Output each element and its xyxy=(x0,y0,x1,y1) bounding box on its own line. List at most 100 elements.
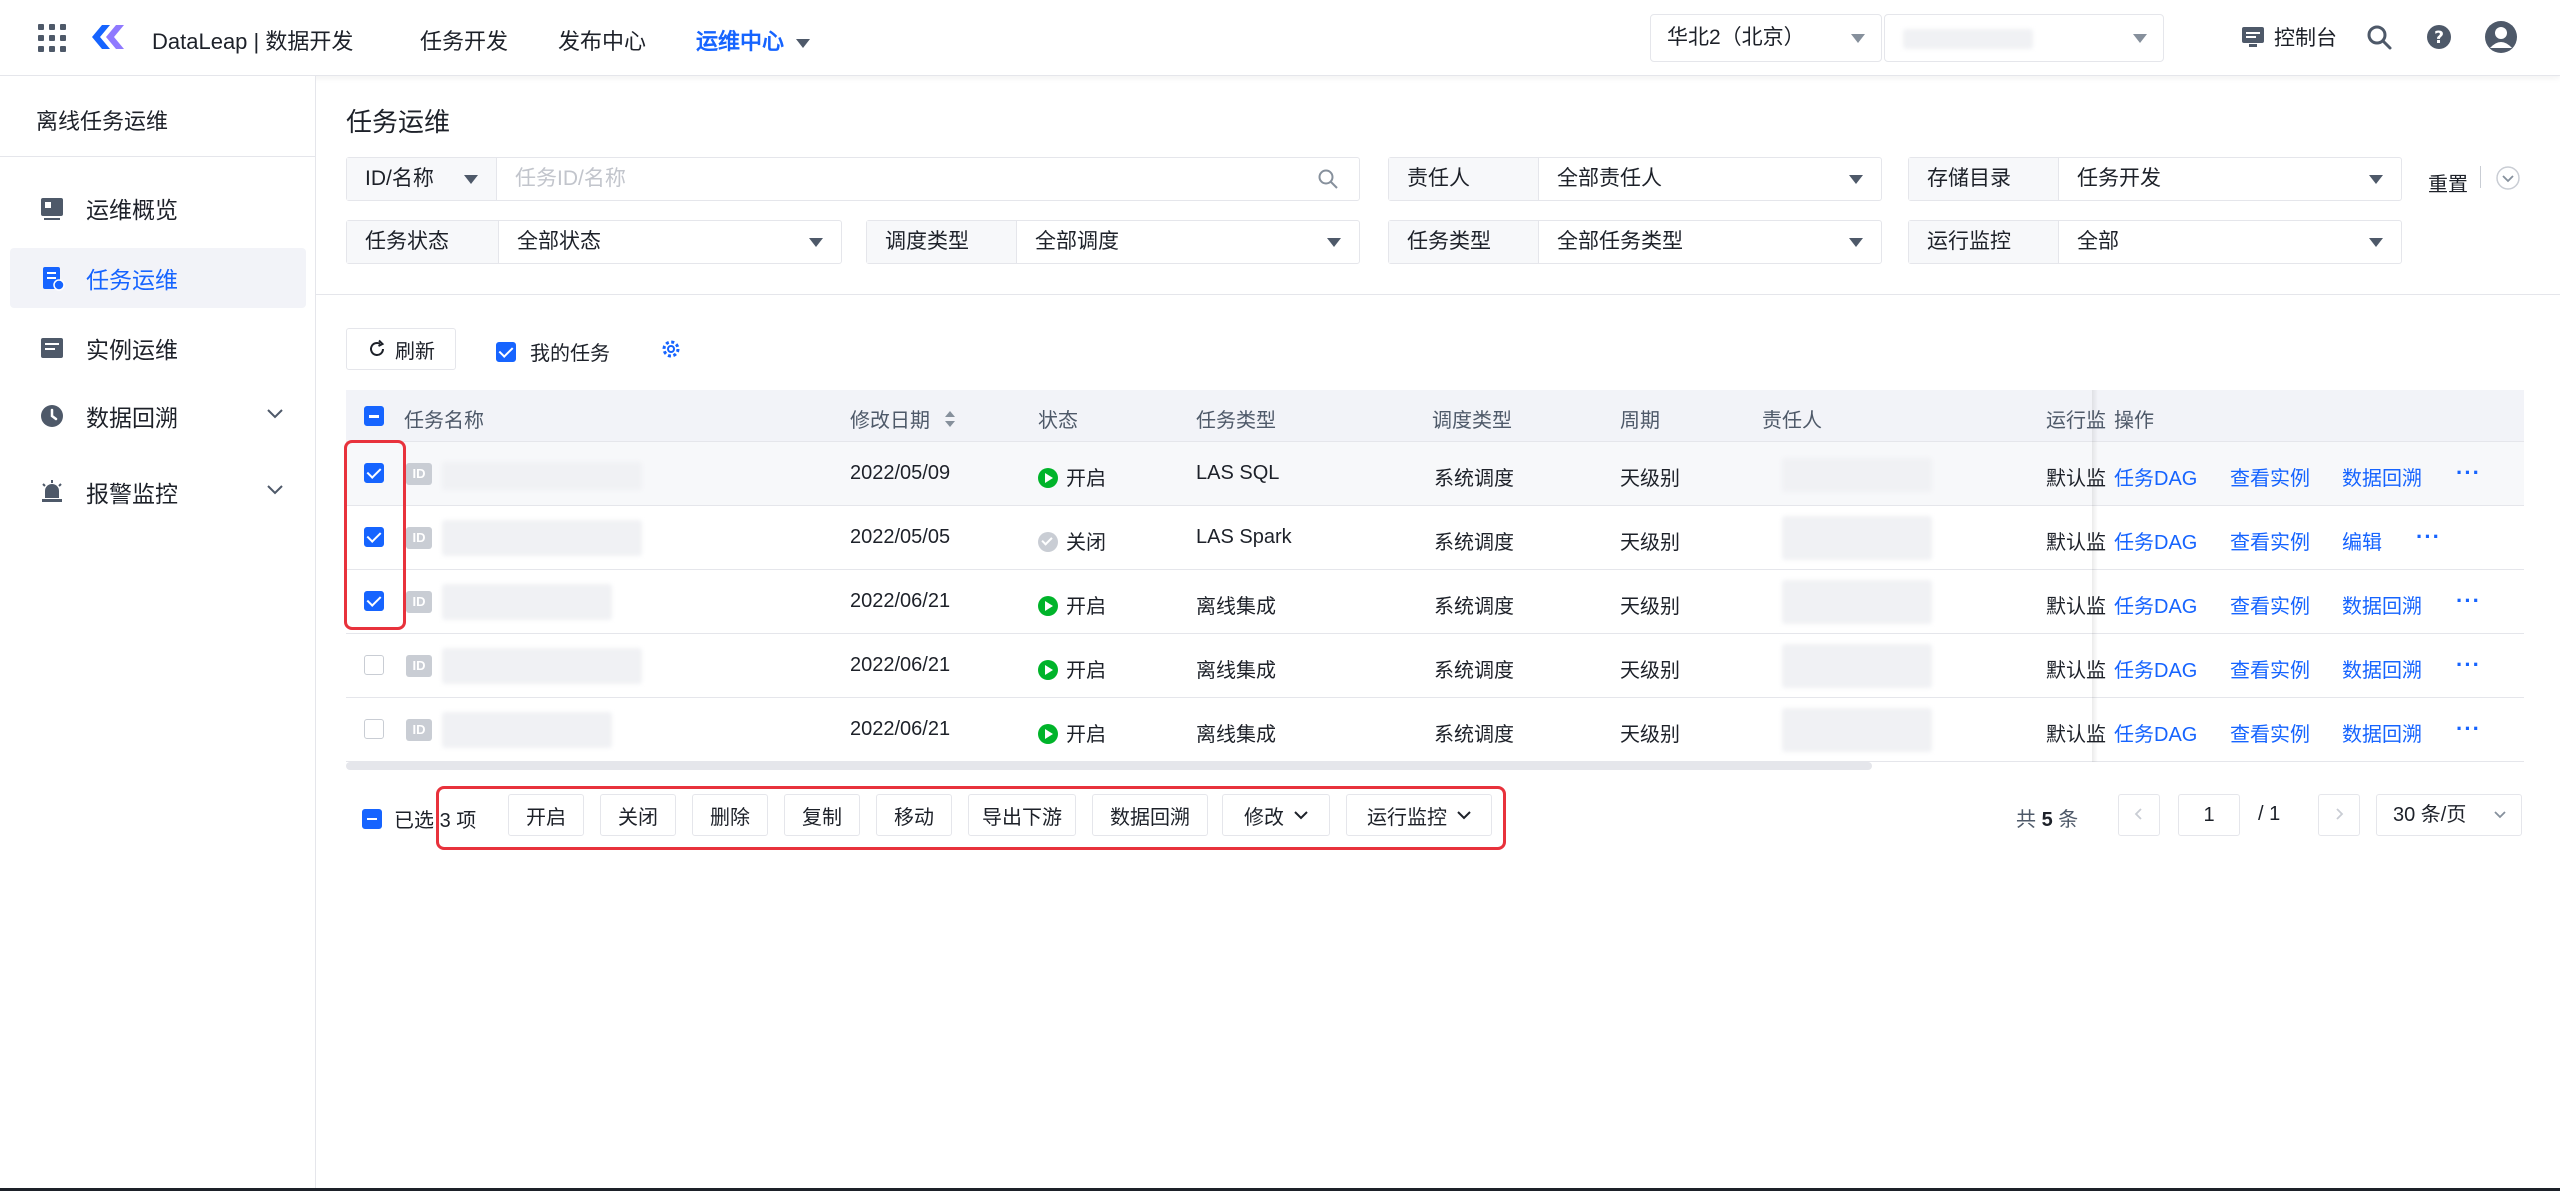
edit-link[interactable]: 编辑 xyxy=(2342,526,2382,555)
task-dag-link[interactable]: 任务DAG xyxy=(2114,526,2197,555)
avatar[interactable] xyxy=(2484,20,2518,54)
task-dag-link[interactable]: 任务DAG xyxy=(2114,718,2197,747)
owner-filter[interactable]: 责任人 全部责任人 xyxy=(1388,157,1882,201)
refresh-button[interactable]: 刷新 xyxy=(346,328,456,370)
task-type-select[interactable]: 全部任务类型 xyxy=(1539,221,1881,263)
console-link[interactable]: 控制台 xyxy=(2240,22,2337,52)
page-count: / 1 xyxy=(2258,803,2281,825)
task-type-filter[interactable]: 任务类型 全部任务类型 xyxy=(1388,220,1882,264)
schedule-filter[interactable]: 调度类型 全部调度 xyxy=(866,220,1360,264)
table-row[interactable]: ID 2022/06/21 开启 离线集成 系统调度 天级别 默认监 任务DAG… xyxy=(346,634,2524,698)
select-all-checkbox[interactable] xyxy=(364,406,384,426)
table-row[interactable]: ID 2022/05/05 关闭 LAS Spark 系统调度 天级别 默认监 … xyxy=(346,506,2524,570)
nav-release-center[interactable]: 发布中心 xyxy=(558,24,646,56)
id-tag: ID xyxy=(406,527,432,549)
header-cycle: 周期 xyxy=(1620,410,1660,432)
instance-icon xyxy=(41,338,63,358)
backfill-link[interactable]: 数据回溯 xyxy=(2342,462,2422,491)
checkbox-checked[interactable] xyxy=(496,341,516,362)
table-row[interactable]: ID 2022/06/21 开启 离线集成 系统调度 天级别 默认监 任务DAG… xyxy=(346,570,2524,634)
page-number-input[interactable]: 1 xyxy=(2178,794,2240,836)
prev-page-button[interactable] xyxy=(2118,794,2160,836)
row-checkbox[interactable] xyxy=(364,719,384,739)
sidebar-divider xyxy=(0,156,316,157)
id-type-select[interactable]: ID/名称 xyxy=(347,158,497,200)
view-instances-link[interactable]: 查看实例 xyxy=(2230,590,2310,619)
header-name: 任务名称 xyxy=(404,410,484,432)
backfill-link[interactable]: 数据回溯 xyxy=(2342,590,2422,619)
status-running-icon xyxy=(1038,468,1058,488)
more-actions-icon[interactable]: ··· xyxy=(2456,460,2481,486)
monitor-select[interactable]: 全部 xyxy=(2059,221,2401,263)
row-checkbox[interactable] xyxy=(364,655,384,675)
redacted-owner xyxy=(1782,458,1932,492)
search-input[interactable]: 任务ID/名称 xyxy=(497,158,1359,200)
task-dag-link[interactable]: 任务DAG xyxy=(2114,654,2197,683)
id-tag: ID xyxy=(406,655,432,677)
header-modified[interactable]: 修改日期 xyxy=(850,404,956,433)
help-icon[interactable]: ? xyxy=(2424,22,2454,52)
more-actions-icon[interactable]: ··· xyxy=(2456,652,2481,678)
gear-icon[interactable] xyxy=(660,338,682,360)
redacted-task-name xyxy=(442,462,642,490)
view-instances-link[interactable]: 查看实例 xyxy=(2230,718,2310,747)
nav-ops-center[interactable]: 运维中心 xyxy=(696,24,811,56)
horizontal-scrollbar[interactable] xyxy=(346,762,1872,770)
status-running-icon xyxy=(1038,660,1058,680)
header-status: 状态 xyxy=(1038,410,1078,432)
modified-date: 2022/06/21 xyxy=(850,718,951,740)
table-row[interactable]: ID 2022/06/21 开启 离线集成 系统调度 天级别 默认监 任务DAG… xyxy=(346,698,2524,762)
view-instances-link[interactable]: 查看实例 xyxy=(2230,654,2310,683)
schedule-label: 调度类型 xyxy=(867,221,1017,263)
my-tasks-checkbox[interactable]: 我的任务 xyxy=(496,337,610,366)
search-icon[interactable] xyxy=(1317,168,1339,190)
storage-filter[interactable]: 存储目录 任务开发 xyxy=(1908,157,2402,201)
caret-down-icon xyxy=(2369,175,2383,184)
status-closed-icon xyxy=(1038,532,1058,552)
status-running-icon xyxy=(1038,596,1058,616)
status-filter[interactable]: 任务状态 全部状态 xyxy=(346,220,842,264)
page-size-select[interactable]: 30 条/页 xyxy=(2376,794,2522,836)
task-type: 离线集成 xyxy=(1196,724,1276,746)
chevron-right-icon xyxy=(2336,808,2344,820)
backfill-link[interactable]: 数据回溯 xyxy=(2342,718,2422,747)
sidebar-item-overview[interactable]: 运维概览 xyxy=(10,178,306,238)
top-bar: DataLeap | 数据开发 任务开发 发布中心 运维中心 华北2（北京） 控… xyxy=(0,0,2560,76)
storage-select[interactable]: 任务开发 xyxy=(2059,158,2401,200)
pagination-total: 共 5 条 xyxy=(2016,803,2078,832)
sidebar-item-alerts[interactable]: 报警监控 xyxy=(10,462,306,522)
task-dag-link[interactable]: 任务DAG xyxy=(2114,462,2197,491)
schedule-type: 系统调度 xyxy=(1434,468,1514,490)
more-actions-icon[interactable]: ··· xyxy=(2456,588,2481,614)
next-page-button[interactable] xyxy=(2318,794,2360,836)
task-dag-link[interactable]: 任务DAG xyxy=(2114,590,2197,619)
sidebar-item-label: 数据回溯 xyxy=(86,405,178,431)
refresh-icon xyxy=(370,339,385,356)
more-actions-icon[interactable]: ··· xyxy=(2456,716,2481,742)
apps-grid-icon[interactable] xyxy=(38,24,66,52)
sidebar: 离线任务运维 运维概览 任务运维 实例运维 数据回溯 报警监控 xyxy=(0,76,316,1191)
schedule-type: 系统调度 xyxy=(1434,660,1514,682)
view-instances-link[interactable]: 查看实例 xyxy=(2230,462,2310,491)
status-text: 开启 xyxy=(1066,468,1106,490)
caret-down-icon xyxy=(809,238,823,247)
sidebar-item-instance-ops[interactable]: 实例运维 xyxy=(10,318,306,378)
search-icon[interactable] xyxy=(2364,22,2394,52)
nav-task-dev[interactable]: 任务开发 xyxy=(420,24,508,56)
more-actions-icon[interactable]: ··· xyxy=(2416,524,2441,550)
sort-icon[interactable] xyxy=(944,409,956,429)
view-instances-link[interactable]: 查看实例 xyxy=(2230,526,2310,555)
backfill-link[interactable]: 数据回溯 xyxy=(2342,654,2422,683)
schedule-select[interactable]: 全部调度 xyxy=(1017,221,1359,263)
collapse-filters-icon[interactable] xyxy=(2496,166,2520,190)
bulk-select-checkbox[interactable] xyxy=(362,808,382,829)
region-select[interactable]: 华北2（北京） xyxy=(1650,14,1882,62)
table-row[interactable]: ID 2022/05/09 开启 LAS SQL 系统调度 天级别 默认监 任务… xyxy=(346,442,2524,506)
reset-button[interactable]: 重置 xyxy=(2428,168,2468,197)
owner-select[interactable]: 全部责任人 xyxy=(1539,158,1881,200)
status-select[interactable]: 全部状态 xyxy=(499,221,841,263)
project-select[interactable] xyxy=(1884,14,2164,62)
sidebar-item-backfill[interactable]: 数据回溯 xyxy=(10,386,306,446)
monitor-filter[interactable]: 运行监控 全部 xyxy=(1908,220,2402,264)
sidebar-item-task-ops[interactable]: 任务运维 xyxy=(10,248,306,308)
